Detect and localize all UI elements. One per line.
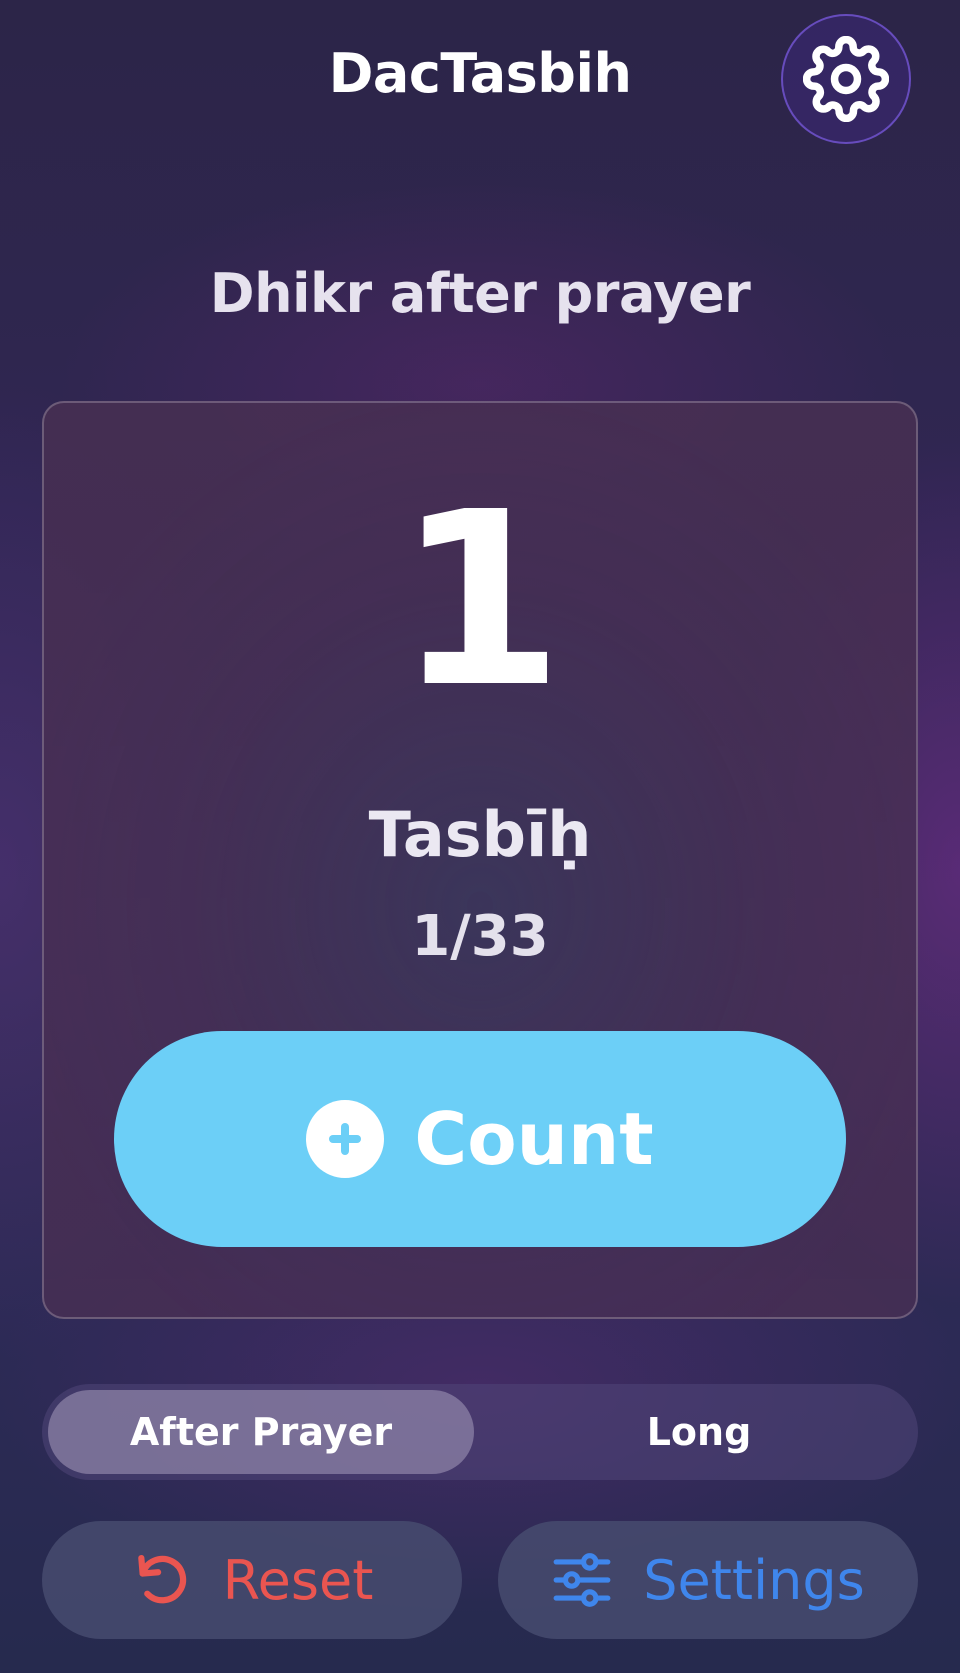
settings-button-label: Settings	[643, 1548, 865, 1612]
mode-selector: After Prayer Long	[42, 1384, 918, 1480]
settings-button[interactable]: Settings	[498, 1521, 918, 1639]
sliders-icon	[553, 1553, 611, 1607]
count-button-label: Count	[414, 1097, 654, 1181]
mode-option-after-prayer[interactable]: After Prayer	[48, 1390, 474, 1474]
mode-option-long[interactable]: Long	[486, 1390, 912, 1474]
reset-button-label: Reset	[222, 1548, 374, 1612]
dhikr-progress: 1/33	[411, 904, 549, 969]
count-button[interactable]: Count	[114, 1031, 846, 1247]
section-title: Dhikr after prayer	[209, 262, 751, 325]
app-screen: DacTasbih Dhikr after prayer 1 Tasbīḥ 1/…	[0, 0, 960, 1673]
count-value: 1	[396, 460, 564, 740]
settings-gear-button[interactable]	[781, 14, 911, 144]
dhikr-name: Tasbīḥ	[368, 798, 592, 871]
reset-button[interactable]: Reset	[42, 1521, 462, 1639]
plus-circle-icon	[306, 1100, 385, 1178]
rotate-ccw-icon	[137, 1554, 186, 1604]
gear-icon	[803, 36, 889, 122]
